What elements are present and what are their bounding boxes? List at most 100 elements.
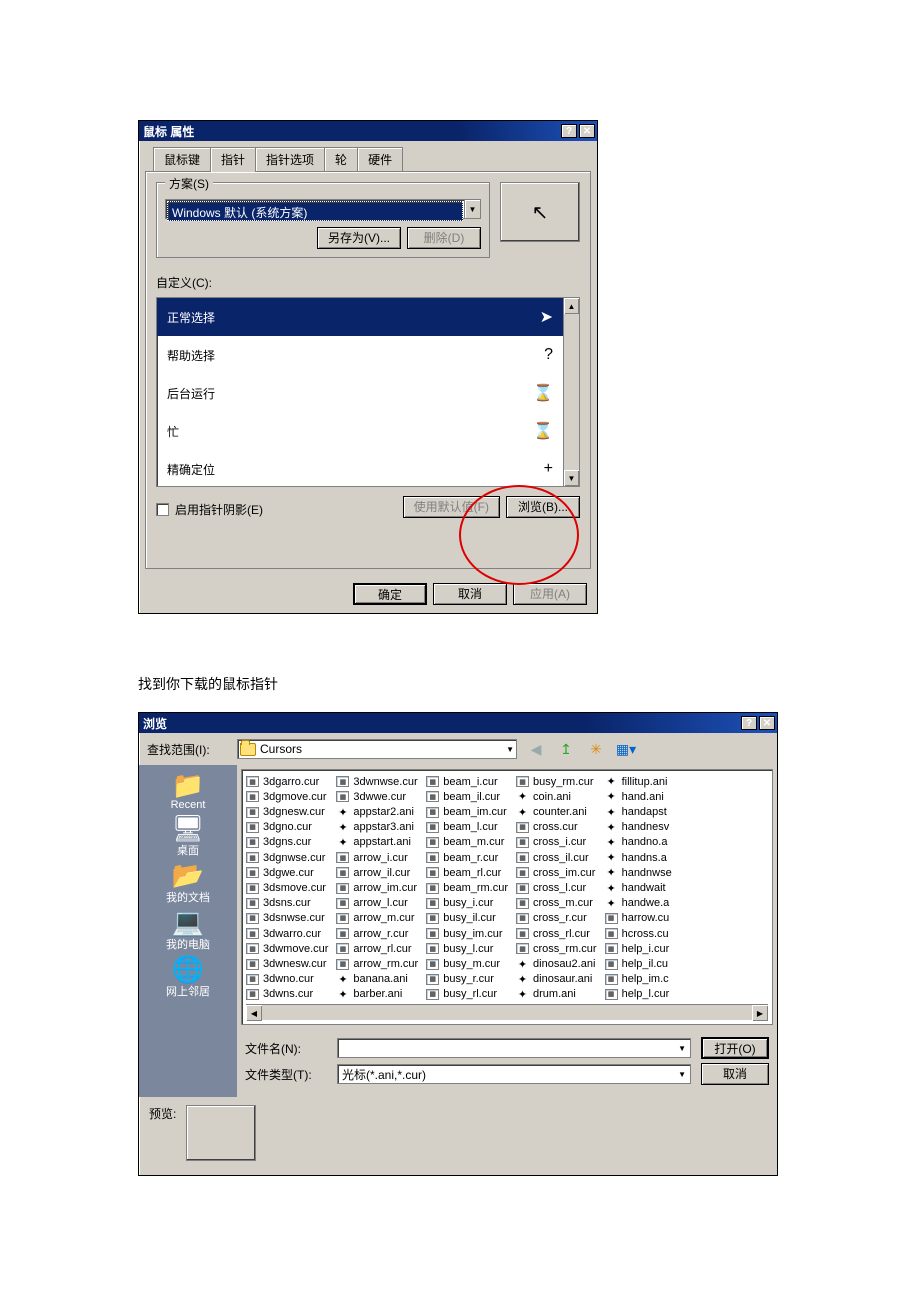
file-item[interactable]: ▦arrow_i.cur [336,850,418,865]
file-item[interactable]: ▦help_i.cur [605,941,672,956]
enable-shadow-checkbox[interactable] [156,503,169,516]
file-item[interactable]: ▦busy_il.cur [426,911,508,926]
file-item[interactable]: ✦handnesv [605,820,672,835]
file-item[interactable]: ▦help_il.cu [605,956,672,971]
file-item[interactable]: ▦beam_il.cur [426,789,508,804]
filetype-combo[interactable]: 光标(*.ani,*.cur) ▼ [337,1064,691,1084]
file-item[interactable]: ▦busy_l.cur [426,941,508,956]
ok-button[interactable]: 确定 [353,583,427,605]
file-item[interactable]: ▦arrow_rm.cur [336,956,418,971]
cancel-button[interactable]: 取消 [701,1063,769,1085]
file-item[interactable]: ✦fillitup.ani [605,774,672,789]
scroll-down-icon[interactable]: ▼ [564,470,579,486]
file-item[interactable]: ▦cross_rm.cur [516,941,597,956]
file-item[interactable]: ▦3dgnwse.cur [246,850,328,865]
file-item[interactable]: ▦hcross.cu [605,926,672,941]
lookin-combo[interactable]: Cursors ▼ [237,739,517,759]
chevron-down-icon[interactable]: ▼ [678,1044,686,1053]
file-item[interactable]: ▦beam_im.cur [426,804,508,819]
file-item[interactable]: ▦beam_rl.cur [426,865,508,880]
browse-button[interactable]: 浏览(B)... [506,496,580,518]
file-item[interactable]: ▦cross_m.cur [516,896,597,911]
file-item[interactable]: ✦coin.ani [516,789,597,804]
cursor-list-item[interactable]: 忙⌛ [157,412,563,450]
file-item[interactable]: ▦harrow.cu [605,911,672,926]
file-item[interactable]: ▦cross_rl.cur [516,926,597,941]
file-item[interactable]: ▦beam_i.cur [426,774,508,789]
file-item[interactable]: ▦busy_m.cur [426,956,508,971]
places-item[interactable]: 💻我的电脑 [166,908,210,952]
scrollbar[interactable]: ▲ ▼ [563,298,579,486]
file-item[interactable]: ✦dinosau2.ani [516,956,597,971]
file-item[interactable]: ▦busy_rl.cur [426,987,508,1002]
up-icon[interactable]: ↥ [555,739,577,759]
tab-hardware[interactable]: 硬件 [357,147,403,171]
file-item[interactable]: ▦busy_i.cur [426,896,508,911]
cursor-listbox[interactable]: 正常选择➤帮助选择?后台运行⌛忙⌛精确定位+ ▲ ▼ [156,297,580,487]
file-item[interactable]: ✦banana.ani [336,972,418,987]
help-button[interactable]: ? [741,716,757,730]
chevron-down-icon[interactable]: ▼ [678,1070,686,1079]
scroll-up-icon[interactable]: ▲ [564,298,579,314]
file-item[interactable]: ✦drum.ani [516,987,597,1002]
save-as-button[interactable]: 另存为(V)... [317,227,401,249]
filename-input[interactable]: ▼ [337,1038,691,1058]
file-item[interactable]: ▦help_l.cur [605,987,672,1002]
file-item[interactable]: ▦3dwmove.cur [246,941,328,956]
file-item[interactable]: ✦handns.a [605,850,672,865]
file-item[interactable]: ▦help_im.c [605,972,672,987]
h-scrollbar[interactable]: ◀ ▶ [246,1004,768,1020]
file-item[interactable]: ▦3dwns.cur [246,987,328,1002]
places-item[interactable]: 📂我的文档 [166,861,210,905]
file-item[interactable]: ▦3dgarro.cur [246,774,328,789]
file-item[interactable]: ✦hand.ani [605,789,672,804]
file-item[interactable]: ▦3dgns.cur [246,835,328,850]
file-item[interactable]: ▦arrow_m.cur [336,911,418,926]
file-item[interactable]: ✦dinosaur.ani [516,972,597,987]
file-item[interactable]: ▦cross_im.cur [516,865,597,880]
file-item[interactable]: ▦cross_il.cur [516,850,597,865]
scheme-combo[interactable]: Windows 默认 (系统方案) ▼ [165,199,481,219]
file-item[interactable]: ▦cross_r.cur [516,911,597,926]
close-button[interactable]: ✕ [759,716,775,730]
places-item[interactable]: 🖥桌面 [171,814,204,858]
file-item[interactable]: ▦3dwwe.cur [336,789,418,804]
file-item[interactable]: ✦handapst [605,804,672,819]
file-item[interactable]: ✦barber.ani [336,987,418,1002]
scroll-right-icon[interactable]: ▶ [752,1005,768,1021]
file-item[interactable]: ✦handwait [605,880,672,895]
chevron-down-icon[interactable]: ▼ [464,200,480,218]
file-item[interactable]: ▦beam_m.cur [426,835,508,850]
views-icon[interactable]: ▦▾ [615,739,637,759]
cursor-list-item[interactable]: 帮助选择? [157,336,563,374]
tab-pointer-options[interactable]: 指针选项 [255,147,325,171]
file-item[interactable]: ✦appstar2.ani [336,804,418,819]
file-item[interactable]: ▦3dwno.cur [246,972,328,987]
tab-pointers[interactable]: 指针 [210,147,256,172]
file-item[interactable]: ▦3dsns.cur [246,896,328,911]
file-item[interactable]: ▦arrow_r.cur [336,926,418,941]
file-item[interactable]: ✦counter.ani [516,804,597,819]
tab-mousekeys[interactable]: 鼠标键 [153,147,211,171]
cancel-button[interactable]: 取消 [433,583,507,605]
file-item[interactable]: ▦arrow_im.cur [336,880,418,895]
file-item[interactable]: ▦3dsnwse.cur [246,911,328,926]
file-item[interactable]: ▦3dwnwse.cur [336,774,418,789]
file-item[interactable]: ▦arrow_l.cur [336,896,418,911]
file-item[interactable]: ▦beam_r.cur [426,850,508,865]
file-item[interactable]: ▦busy_im.cur [426,926,508,941]
file-item[interactable]: ✦handwe.a [605,896,672,911]
file-item[interactable]: ▦busy_rm.cur [516,774,597,789]
file-item[interactable]: ▦arrow_rl.cur [336,941,418,956]
file-item[interactable]: ▦3dgnesw.cur [246,804,328,819]
scroll-left-icon[interactable]: ◀ [246,1005,262,1021]
chevron-down-icon[interactable]: ▼ [506,745,514,754]
cursor-list-item[interactable]: 精确定位+ [157,450,563,486]
file-item[interactable]: ▦cross_l.cur [516,880,597,895]
file-list[interactable]: ▦3dgarro.cur▦3dgmove.cur▦3dgnesw.cur ▦3dg… [241,769,773,1025]
file-item[interactable]: ✦appstart.ani [336,835,418,850]
file-item[interactable]: ▦3dgmove.cur [246,789,328,804]
file-item[interactable]: ▦3dwnesw.cur [246,956,328,971]
back-icon[interactable]: ◀ [525,739,547,759]
file-item[interactable]: ▦3dsmove.cur [246,880,328,895]
